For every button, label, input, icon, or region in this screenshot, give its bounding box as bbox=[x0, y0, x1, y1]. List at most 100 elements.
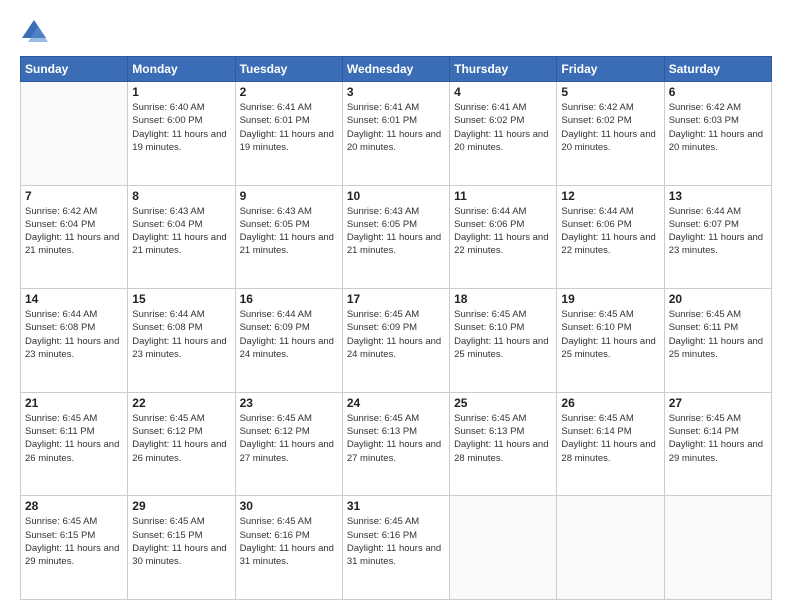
calendar-cell: 22Sunrise: 6:45 AM Sunset: 6:12 PM Dayli… bbox=[128, 392, 235, 496]
day-header-tuesday: Tuesday bbox=[235, 57, 342, 82]
day-number: 18 bbox=[454, 292, 552, 306]
week-row-3: 21Sunrise: 6:45 AM Sunset: 6:11 PM Dayli… bbox=[21, 392, 772, 496]
calendar-cell: 29 Sunrise: 6:45 AM Sunset: 6:15 PM Dayli… bbox=[128, 496, 235, 600]
day-info: Sunrise: 6:44 AM Sunset: 6:09 PM Dayligh… bbox=[240, 308, 338, 361]
day-info: Sunrise: 6:42 AM Sunset: 6:04 PM Dayligh… bbox=[25, 205, 123, 258]
calendar-cell: 1 Sunrise: 6:40 AM Sunset: 6:00 PM Daylig… bbox=[128, 82, 235, 186]
day-info: Sunrise: 6:45 AM Sunset: 6:10 PM Dayligh… bbox=[454, 308, 552, 361]
day-header-saturday: Saturday bbox=[664, 57, 771, 82]
day-number: 1 bbox=[132, 85, 230, 99]
day-info: Sunrise: 6:45 AM Sunset: 6:16 PM Dayligh… bbox=[240, 515, 338, 568]
day-header-wednesday: Wednesday bbox=[342, 57, 449, 82]
calendar-cell: 10 Sunrise: 6:43 AM Sunset: 6:05 PM Dayli… bbox=[342, 185, 449, 289]
day-number: 20 bbox=[669, 292, 767, 306]
day-info: Sunrise: 6:42 AM Sunset: 6:02 PM Dayligh… bbox=[561, 101, 659, 154]
day-number: 27 bbox=[669, 396, 767, 410]
day-info: Sunrise: 6:44 AM Sunset: 6:06 PM Dayligh… bbox=[454, 205, 552, 258]
day-header-friday: Friday bbox=[557, 57, 664, 82]
logo-icon bbox=[20, 18, 48, 46]
calendar-cell: 21Sunrise: 6:45 AM Sunset: 6:11 PM Dayli… bbox=[21, 392, 128, 496]
day-number: 25 bbox=[454, 396, 552, 410]
day-info: Sunrise: 6:45 AM Sunset: 6:11 PM Dayligh… bbox=[669, 308, 767, 361]
day-info: Sunrise: 6:45 AM Sunset: 6:09 PM Dayligh… bbox=[347, 308, 445, 361]
calendar-cell: 3 Sunrise: 6:41 AM Sunset: 6:01 PM Daylig… bbox=[342, 82, 449, 186]
day-number: 13 bbox=[669, 189, 767, 203]
day-info: Sunrise: 6:45 AM Sunset: 6:12 PM Dayligh… bbox=[240, 412, 338, 465]
day-number: 5 bbox=[561, 85, 659, 99]
calendar-cell: 17 Sunrise: 6:45 AM Sunset: 6:09 PM Dayli… bbox=[342, 289, 449, 393]
day-info: Sunrise: 6:45 AM Sunset: 6:10 PM Dayligh… bbox=[561, 308, 659, 361]
day-info: Sunrise: 6:40 AM Sunset: 6:00 PM Dayligh… bbox=[132, 101, 230, 154]
day-info: Sunrise: 6:45 AM Sunset: 6:16 PM Dayligh… bbox=[347, 515, 445, 568]
day-info: Sunrise: 6:45 AM Sunset: 6:13 PM Dayligh… bbox=[347, 412, 445, 465]
calendar-cell: 18 Sunrise: 6:45 AM Sunset: 6:10 PM Dayli… bbox=[450, 289, 557, 393]
day-number: 7 bbox=[25, 189, 123, 203]
day-number: 19 bbox=[561, 292, 659, 306]
day-number: 11 bbox=[454, 189, 552, 203]
calendar-cell: 23 Sunrise: 6:45 AM Sunset: 6:12 PM Dayli… bbox=[235, 392, 342, 496]
calendar-table: SundayMondayTuesdayWednesdayThursdayFrid… bbox=[20, 56, 772, 600]
calendar-header-row: SundayMondayTuesdayWednesdayThursdayFrid… bbox=[21, 57, 772, 82]
calendar-cell: 30 Sunrise: 6:45 AM Sunset: 6:16 PM Dayli… bbox=[235, 496, 342, 600]
day-number: 12 bbox=[561, 189, 659, 203]
day-info: Sunrise: 6:41 AM Sunset: 6:01 PM Dayligh… bbox=[347, 101, 445, 154]
day-info: Sunrise: 6:45 AM Sunset: 6:15 PM Dayligh… bbox=[25, 515, 123, 568]
day-info: Sunrise: 6:41 AM Sunset: 6:01 PM Dayligh… bbox=[240, 101, 338, 154]
day-info: Sunrise: 6:42 AM Sunset: 6:03 PM Dayligh… bbox=[669, 101, 767, 154]
day-number: 24 bbox=[347, 396, 445, 410]
day-info: Sunrise: 6:45 AM Sunset: 6:12 PM Dayligh… bbox=[132, 412, 230, 465]
calendar-cell: 13 Sunrise: 6:44 AM Sunset: 6:07 PM Dayli… bbox=[664, 185, 771, 289]
calendar-cell: 6 Sunrise: 6:42 AM Sunset: 6:03 PM Daylig… bbox=[664, 82, 771, 186]
calendar-cell: 5 Sunrise: 6:42 AM Sunset: 6:02 PM Daylig… bbox=[557, 82, 664, 186]
day-info: Sunrise: 6:44 AM Sunset: 6:08 PM Dayligh… bbox=[25, 308, 123, 361]
day-number: 17 bbox=[347, 292, 445, 306]
day-number: 16 bbox=[240, 292, 338, 306]
calendar-cell bbox=[664, 496, 771, 600]
day-info: Sunrise: 6:43 AM Sunset: 6:05 PM Dayligh… bbox=[240, 205, 338, 258]
day-info: Sunrise: 6:44 AM Sunset: 6:07 PM Dayligh… bbox=[669, 205, 767, 258]
day-number: 10 bbox=[347, 189, 445, 203]
calendar-cell: 11 Sunrise: 6:44 AM Sunset: 6:06 PM Dayli… bbox=[450, 185, 557, 289]
week-row-0: 1 Sunrise: 6:40 AM Sunset: 6:00 PM Daylig… bbox=[21, 82, 772, 186]
calendar-cell: 9Sunrise: 6:43 AM Sunset: 6:05 PM Daylig… bbox=[235, 185, 342, 289]
day-info: Sunrise: 6:44 AM Sunset: 6:06 PM Dayligh… bbox=[561, 205, 659, 258]
day-number: 30 bbox=[240, 499, 338, 513]
calendar-cell: 25 Sunrise: 6:45 AM Sunset: 6:13 PM Dayli… bbox=[450, 392, 557, 496]
day-header-sunday: Sunday bbox=[21, 57, 128, 82]
day-number: 15 bbox=[132, 292, 230, 306]
calendar-cell bbox=[450, 496, 557, 600]
day-info: Sunrise: 6:45 AM Sunset: 6:15 PM Dayligh… bbox=[132, 515, 230, 568]
day-number: 23 bbox=[240, 396, 338, 410]
calendar-cell: 12 Sunrise: 6:44 AM Sunset: 6:06 PM Dayli… bbox=[557, 185, 664, 289]
calendar-cell: 20 Sunrise: 6:45 AM Sunset: 6:11 PM Dayli… bbox=[664, 289, 771, 393]
week-row-2: 14 Sunrise: 6:44 AM Sunset: 6:08 PM Dayli… bbox=[21, 289, 772, 393]
week-row-4: 28 Sunrise: 6:45 AM Sunset: 6:15 PM Dayli… bbox=[21, 496, 772, 600]
day-number: 6 bbox=[669, 85, 767, 99]
calendar-cell bbox=[557, 496, 664, 600]
calendar-cell: 15Sunrise: 6:44 AM Sunset: 6:08 PM Dayli… bbox=[128, 289, 235, 393]
day-number: 2 bbox=[240, 85, 338, 99]
day-info: Sunrise: 6:43 AM Sunset: 6:04 PM Dayligh… bbox=[132, 205, 230, 258]
calendar-cell bbox=[21, 82, 128, 186]
calendar-cell: 19 Sunrise: 6:45 AM Sunset: 6:10 PM Dayli… bbox=[557, 289, 664, 393]
day-info: Sunrise: 6:45 AM Sunset: 6:13 PM Dayligh… bbox=[454, 412, 552, 465]
calendar-cell: 31 Sunrise: 6:45 AM Sunset: 6:16 PM Dayli… bbox=[342, 496, 449, 600]
page: SundayMondayTuesdayWednesdayThursdayFrid… bbox=[0, 0, 792, 612]
day-number: 4 bbox=[454, 85, 552, 99]
day-number: 3 bbox=[347, 85, 445, 99]
day-info: Sunrise: 6:45 AM Sunset: 6:11 PM Dayligh… bbox=[25, 412, 123, 465]
calendar-cell: 2 Sunrise: 6:41 AM Sunset: 6:01 PM Daylig… bbox=[235, 82, 342, 186]
day-number: 31 bbox=[347, 499, 445, 513]
day-number: 26 bbox=[561, 396, 659, 410]
day-info: Sunrise: 6:45 AM Sunset: 6:14 PM Dayligh… bbox=[669, 412, 767, 465]
week-row-1: 7 Sunrise: 6:42 AM Sunset: 6:04 PM Daylig… bbox=[21, 185, 772, 289]
day-number: 14 bbox=[25, 292, 123, 306]
header bbox=[20, 18, 772, 46]
day-info: Sunrise: 6:41 AM Sunset: 6:02 PM Dayligh… bbox=[454, 101, 552, 154]
day-info: Sunrise: 6:45 AM Sunset: 6:14 PM Dayligh… bbox=[561, 412, 659, 465]
day-number: 28 bbox=[25, 499, 123, 513]
day-info: Sunrise: 6:43 AM Sunset: 6:05 PM Dayligh… bbox=[347, 205, 445, 258]
calendar-cell: 14 Sunrise: 6:44 AM Sunset: 6:08 PM Dayli… bbox=[21, 289, 128, 393]
day-number: 29 bbox=[132, 499, 230, 513]
day-header-monday: Monday bbox=[128, 57, 235, 82]
